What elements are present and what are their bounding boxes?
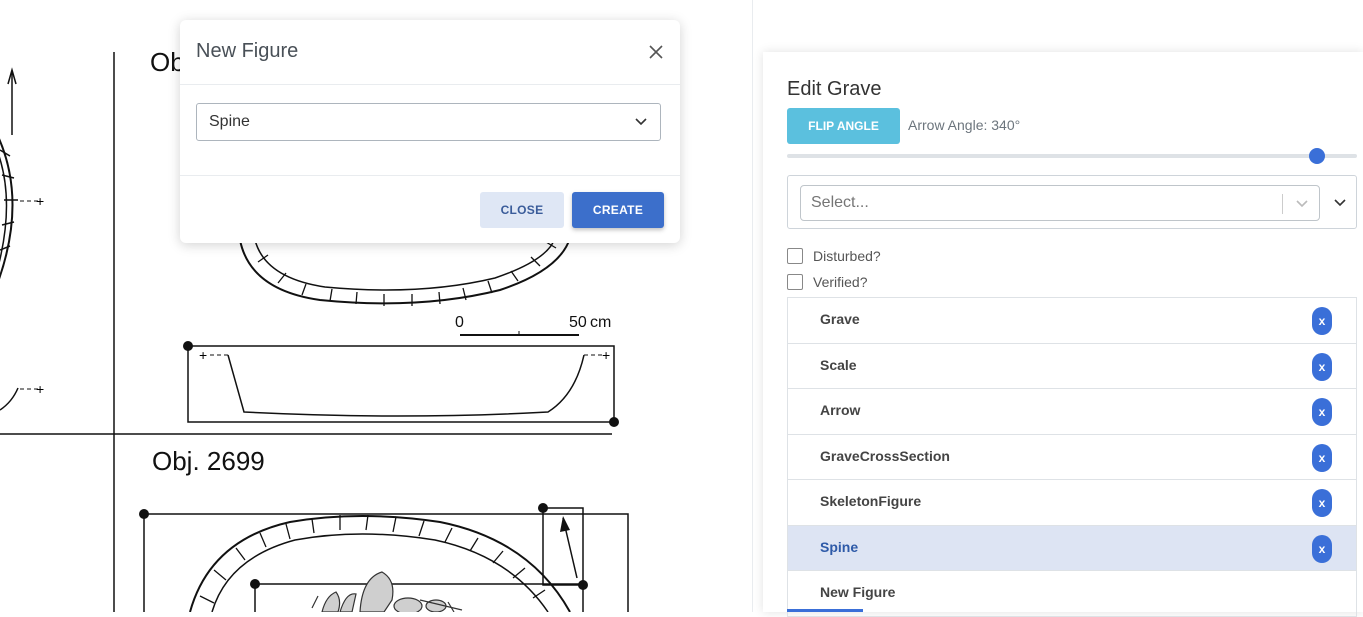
modal-footer: CLOSE CREATE bbox=[180, 176, 680, 244]
scale-end: 50 bbox=[569, 314, 587, 331]
delete-skeleton-figure-button[interactable]: x bbox=[1312, 489, 1332, 517]
chevron-down-icon bbox=[634, 114, 648, 133]
panel-title: Edit Grave bbox=[787, 78, 882, 100]
svg-text:+: + bbox=[36, 381, 44, 397]
figure-select[interactable]: Select... bbox=[800, 185, 1320, 221]
close-button[interactable]: CLOSE bbox=[480, 192, 564, 228]
verified-checkbox[interactable] bbox=[787, 274, 803, 290]
new-figure-modal: New Figure Spine CLOSE CREATE bbox=[180, 20, 680, 243]
svg-text:+: + bbox=[36, 193, 44, 209]
list-item-spine[interactable]: Spine x bbox=[788, 525, 1356, 571]
list-item-grave-cross-section[interactable]: GraveCrossSection x bbox=[788, 435, 1356, 480]
disturbed-label: Disturbed? bbox=[813, 248, 881, 264]
chevron-down-icon[interactable] bbox=[1293, 194, 1311, 217]
disturbed-checkbox[interactable] bbox=[787, 248, 803, 264]
delete-grave-button[interactable]: x bbox=[1312, 307, 1332, 335]
figure-list: Grave x Scale x Arrow x GraveCrossSectio… bbox=[787, 297, 1357, 617]
list-item-new-figure[interactable]: New Figure bbox=[788, 571, 1356, 617]
modal-header: New Figure bbox=[180, 20, 680, 85]
scale-unit: cm bbox=[590, 314, 612, 331]
list-item-arrow[interactable]: Arrow x bbox=[788, 389, 1356, 435]
list-item-label: SkeletonFigure bbox=[820, 493, 922, 509]
edit-grave-panel: Edit Grave FLIP ANGLE Arrow Angle: 340° … bbox=[763, 52, 1363, 617]
flip-angle-button[interactable]: FLIP ANGLE bbox=[787, 108, 900, 144]
list-item-label: Arrow bbox=[820, 402, 861, 418]
figure-type-value: Spine bbox=[209, 113, 250, 130]
close-icon[interactable] bbox=[644, 40, 668, 64]
chevron-down-icon[interactable] bbox=[1332, 194, 1348, 215]
angle-slider-thumb[interactable] bbox=[1309, 148, 1325, 164]
create-button[interactable]: CREATE bbox=[572, 192, 664, 228]
verified-checkbox-row[interactable]: Verified? bbox=[787, 274, 867, 290]
list-item-grave[interactable]: Grave x bbox=[788, 298, 1356, 344]
svg-text:+: + bbox=[602, 347, 610, 363]
svg-text:+: + bbox=[199, 347, 207, 363]
list-item-skeleton-figure[interactable]: SkeletonFigure x bbox=[788, 480, 1356, 526]
list-item-label: GraveCrossSection bbox=[820, 447, 950, 464]
verified-label: Verified? bbox=[813, 274, 868, 290]
list-item-label: Spine bbox=[820, 538, 859, 555]
list-item-label: Scale bbox=[820, 356, 857, 373]
delete-arrow-button[interactable]: x bbox=[1312, 398, 1332, 426]
list-item-label: New Figure bbox=[820, 584, 896, 600]
delete-grave-cross-section-button[interactable]: x bbox=[1312, 443, 1332, 472]
list-item-scale[interactable]: Scale x bbox=[788, 344, 1356, 389]
figure-select-wrapper: Select... bbox=[787, 175, 1357, 229]
angle-slider-track[interactable] bbox=[787, 154, 1357, 158]
modal-body: Spine bbox=[180, 85, 680, 176]
list-item-label: Grave bbox=[820, 311, 860, 327]
figure-type-select[interactable]: Spine bbox=[196, 103, 661, 141]
object-label-2699: Obj. 2699 bbox=[152, 446, 265, 476]
scale-start: 0 bbox=[455, 314, 464, 331]
delete-spine-button[interactable]: x bbox=[1312, 534, 1332, 563]
arrow-angle-label: Arrow Angle: 340° bbox=[908, 117, 1021, 133]
figure-select-placeholder: Select... bbox=[811, 194, 869, 211]
modal-title: New Figure bbox=[196, 40, 299, 62]
disturbed-checkbox-row[interactable]: Disturbed? bbox=[787, 248, 881, 264]
select-separator bbox=[1282, 194, 1283, 214]
delete-scale-button[interactable]: x bbox=[1312, 352, 1332, 381]
